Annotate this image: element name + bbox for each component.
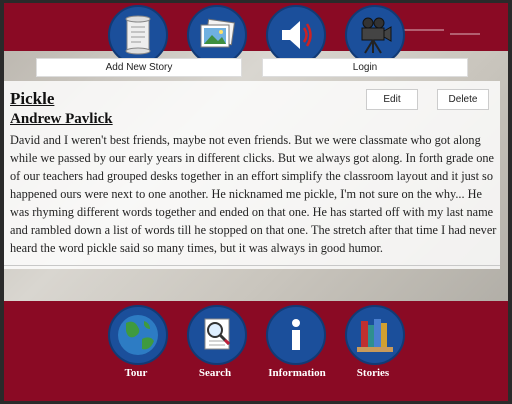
login-button[interactable]: Login bbox=[262, 58, 468, 77]
delete-button[interactable]: Delete bbox=[437, 89, 489, 110]
information-label: Information bbox=[268, 367, 326, 379]
books-icon bbox=[357, 319, 393, 352]
video-button[interactable] bbox=[345, 5, 405, 65]
search-label: Search bbox=[198, 367, 232, 379]
scroll-icon bbox=[125, 15, 151, 55]
edit-button[interactable]: Edit bbox=[366, 89, 418, 110]
decoration bbox=[404, 29, 444, 31]
globe-icon bbox=[118, 315, 158, 355]
story-author: Andrew Pavlick bbox=[10, 111, 113, 127]
speaker-icon bbox=[282, 21, 312, 49]
audio-button[interactable] bbox=[266, 5, 326, 65]
app-frame: Add New Story Login Pickle Andrew Pavlic… bbox=[4, 3, 508, 401]
info-icon bbox=[292, 319, 300, 350]
information-button[interactable] bbox=[266, 305, 326, 365]
photos-button[interactable] bbox=[187, 5, 247, 65]
divider bbox=[4, 265, 500, 266]
decoration bbox=[450, 33, 480, 35]
search-icon bbox=[204, 318, 231, 350]
add-new-story-button[interactable]: Add New Story bbox=[36, 58, 242, 77]
search-button[interactable] bbox=[187, 305, 247, 365]
stories-label: Stories bbox=[356, 367, 390, 379]
photos-icon bbox=[200, 18, 235, 48]
top-toolbar bbox=[4, 3, 508, 51]
bottom-nav bbox=[4, 301, 508, 401]
tour-button[interactable] bbox=[108, 305, 168, 365]
story-text: David and I weren't best friends, maybe … bbox=[10, 133, 497, 255]
tour-label: Tour bbox=[124, 367, 148, 379]
movie-camera-icon bbox=[361, 17, 392, 54]
story-title: Pickle bbox=[10, 89, 55, 108]
stories-button[interactable] bbox=[345, 305, 405, 365]
scroll-button[interactable] bbox=[108, 5, 168, 65]
